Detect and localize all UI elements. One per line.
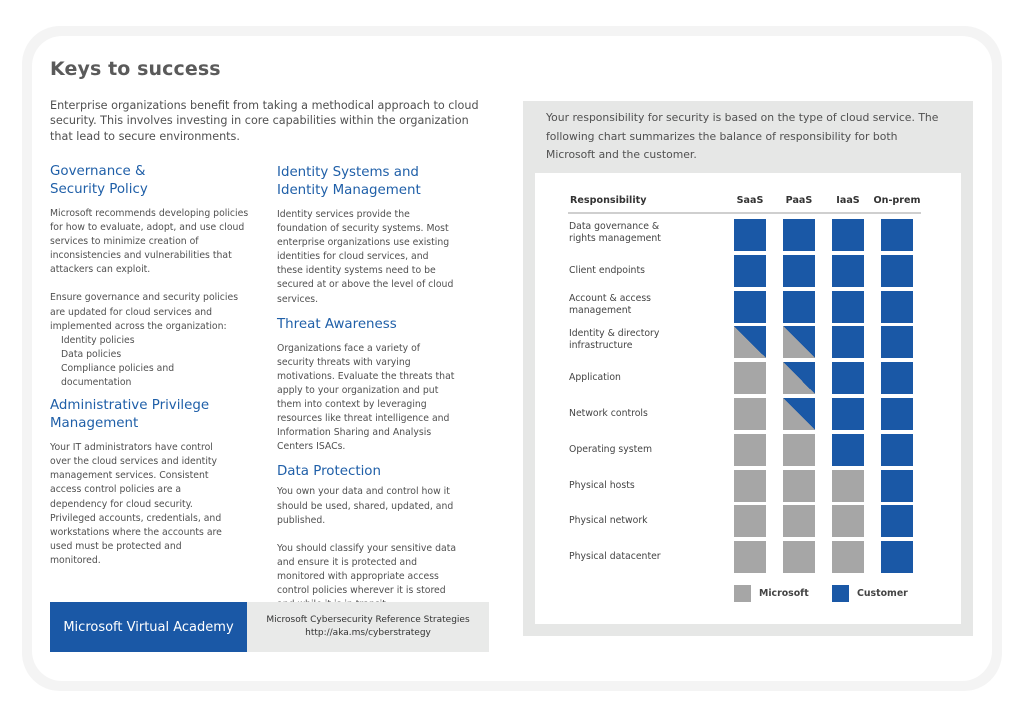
heading-line: Management [50,416,139,432]
responsibility-cell-customer [881,254,913,287]
section-governance: Governance & Security Policy Microsoft r… [50,163,255,390]
responsibility-cell-customer [881,469,913,502]
responsibility-cell-customer [783,219,815,251]
row-label: Physical network [569,515,648,527]
row-label: Client endpoints [569,264,645,276]
legend-swatch-customer [832,585,849,602]
left-column: Governance & Security Policy Microsoft r… [50,163,255,575]
responsibility-cell-shared [783,362,815,395]
responsibility-cell-microsoft [832,505,864,538]
responsibility-cell-customer [832,433,864,466]
panel-description: Your responsibility for security is base… [546,111,939,162]
section-identity: Identity Systems and Identity Management… [277,164,482,307]
section-body: You own your data and control how it sho… [277,486,454,526]
legend-swatch-microsoft [734,585,751,602]
intro-paragraph: Enterprise organizations benefit from ta… [50,99,479,143]
responsibility-cell-microsoft [734,398,766,430]
middle-column: Identity Systems and Identity Management… [277,164,482,619]
responsibility-cell-microsoft [734,433,766,466]
responsibility-cell-customer [832,219,864,251]
section-heading: Data Protection [277,464,381,480]
brand-label: Microsoft Virtual Academy [63,619,234,635]
row-label: Physical hosts [569,479,635,491]
responsibility-cell-microsoft [832,469,864,502]
responsibility-cell-microsoft [783,433,815,466]
mva-brand-banner: Microsoft Virtual Academy [50,602,247,652]
section-body: Your IT administrators have control over… [50,442,222,566]
responsibility-cell-customer [881,219,913,251]
responsibility-cell-microsoft [734,541,766,574]
reference-banner: Microsoft Cybersecurity Reference Strate… [247,602,489,652]
responsibility-cell-customer [734,254,766,287]
legend-label-customer: Customer [857,588,908,599]
heading-line: Identity Systems and [277,165,419,180]
section-threat: Threat Awareness Organizations face a va… [277,316,482,455]
page-title: Keys to success [50,58,221,80]
list-item: Data policies [61,348,122,360]
responsibility-cell-customer [832,326,864,359]
row-label: Application [569,372,621,384]
column-header-saas: SaaS [736,195,764,206]
section-body: Ensure governance and security policies … [50,292,239,332]
column-header-on-prem: On-prem [873,195,921,206]
heading-line: Security Policy [50,182,148,197]
row-label: Identity & directory infrastructure [569,328,660,352]
list-item: Identity policies [61,334,135,346]
section-body: Microsoft recommends developing policies… [50,208,249,276]
header-divider [568,212,921,214]
section-body: Organizations face a variety of security… [277,342,455,453]
responsibility-cell-customer [881,433,913,466]
responsibility-cell-customer [881,326,913,359]
responsibility-cell-customer [881,505,913,538]
responsibility-cell-microsoft [734,469,766,502]
responsibility-cell-microsoft [783,505,815,538]
section-admin-privilege: Administrative Privilege Management Your… [50,397,255,568]
responsibility-cell-customer [783,254,815,287]
reference-title: Microsoft Cybersecurity Reference Strate… [266,615,470,625]
responsibility-cell-customer [832,254,864,287]
responsibility-cell-customer [832,398,864,430]
section-body: Identity services provide the foundation… [277,209,454,305]
responsibility-cell-customer [832,290,864,323]
section-heading: Governance & Security Policy [50,163,255,199]
responsibility-cell-customer [734,290,766,323]
heading-line: Governance & [50,164,146,179]
responsibility-cell-shared [734,326,766,359]
responsibility-cell-microsoft [783,469,815,502]
heading-line: Administrative Privilege [50,398,210,414]
responsibility-cell-customer [734,219,766,251]
column-header-responsibility: Responsibility [570,195,647,206]
responsibility-cell-microsoft [734,505,766,538]
responsibility-cell-shared [783,398,815,430]
section-heading: Administrative Privilege Management [50,397,255,433]
row-label: Physical datacenter [569,551,661,563]
responsibility-cell-customer [783,290,815,323]
responsibility-cell-customer [881,290,913,323]
row-label: Operating system [569,443,653,455]
section-data-protection: Data Protection You own your data and co… [277,463,482,612]
reference-link[interactable]: http://aka.ms/cyberstrategy [305,627,431,640]
heading-line: Identity Management [277,183,421,198]
row-label: Account & access management [569,292,652,316]
responsibility-cell-microsoft [832,541,864,574]
row-label: Data governance & rights management [569,221,661,244]
column-header-paas: PaaS [785,195,813,206]
responsibility-cell-customer [832,362,864,395]
responsibility-cell-shared [783,326,815,359]
row-label: Network controls [569,408,648,419]
responsibility-cell-microsoft [783,541,815,574]
section-heading: Identity Systems and Identity Management [277,164,482,200]
section-heading: Threat Awareness [277,316,397,332]
responsibility-cell-customer [881,362,913,395]
responsibility-cell-microsoft [734,362,766,395]
responsibility-cell-customer [881,541,913,574]
list-item: Compliance policies and documentation [61,362,175,389]
column-header-iaas: IaaS [836,195,860,206]
responsibility-cell-customer [881,398,913,430]
legend-label-microsoft: Microsoft [759,588,809,599]
